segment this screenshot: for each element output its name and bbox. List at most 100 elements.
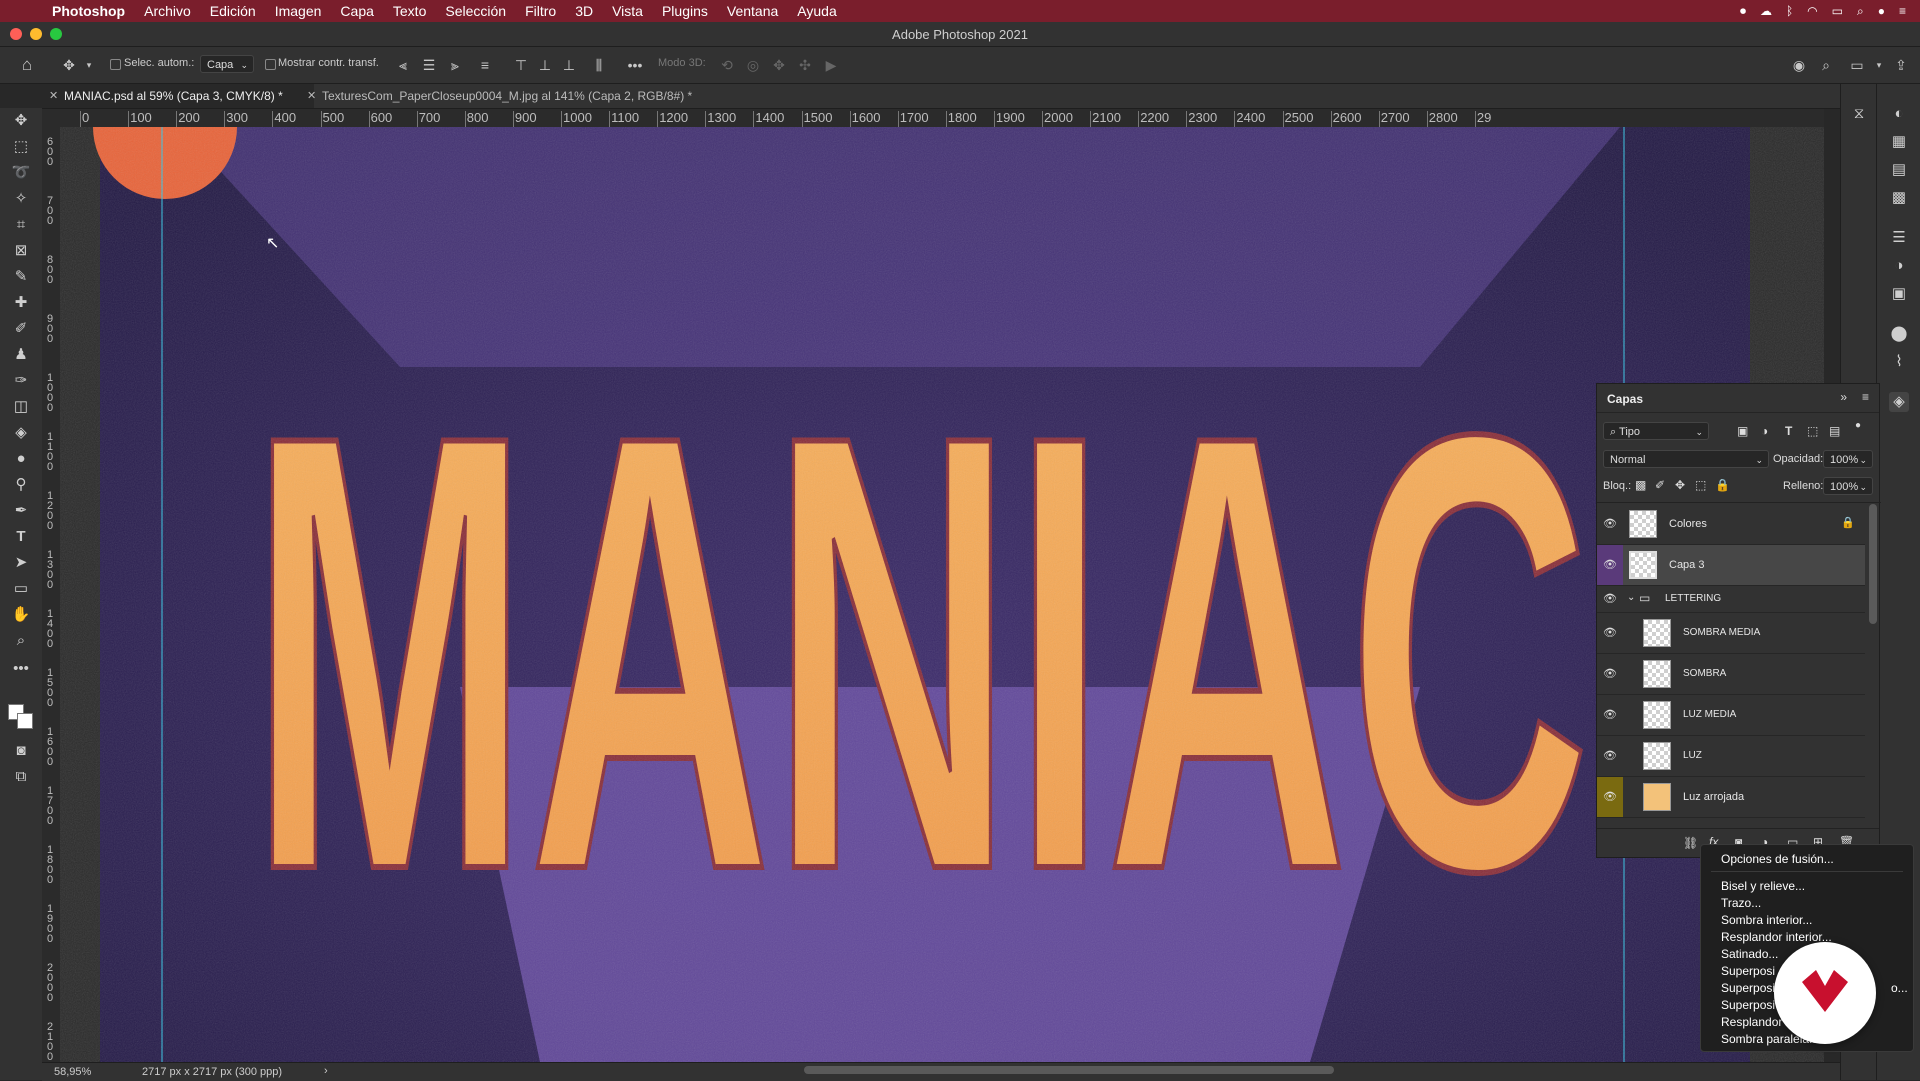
layers-scrollbar[interactable] — [1869, 504, 1877, 624]
search-icon[interactable]: ⌕ — [1817, 56, 1835, 74]
menu-item-gradient-overlay[interactable]: Superposi — [1721, 981, 1775, 995]
menu-imagen[interactable]: Imagen — [275, 3, 322, 19]
lock-artboard-icon[interactable]: ⬚ — [1695, 478, 1706, 492]
move-tool-icon[interactable]: ✥ — [9, 110, 33, 132]
lock-pixels-icon[interactable]: ✐ — [1655, 478, 1665, 492]
tab-texture-jpg[interactable]: ✕ TexturesCom_PaperCloseup0004_M.jpg al … — [300, 84, 782, 108]
move-tool-icon[interactable]: ✥ — [60, 56, 78, 74]
properties-panel-icon[interactable]: ☰ — [1889, 228, 1909, 248]
filter-pixel-icon[interactable]: ▣ — [1737, 424, 1748, 438]
filter-type-icon[interactable]: T — [1785, 424, 1792, 438]
menu-archivo[interactable]: Archivo — [144, 3, 191, 19]
opacity-field[interactable]: 100% ⌄ — [1823, 450, 1873, 468]
align-right-icon[interactable]: ⫸ — [446, 56, 464, 74]
distribute-icon[interactable]: ≡ — [476, 56, 494, 74]
bluetooth-icon[interactable]: ᛒ — [1786, 4, 1793, 18]
visibility-eye-icon[interactable]: 👁 — [1597, 504, 1623, 544]
adjustments-panel-icon[interactable]: ◑ — [1889, 256, 1909, 276]
align-center-icon[interactable]: ☰ — [420, 56, 438, 74]
show-transform-checkbox[interactable] — [265, 59, 276, 70]
collapse-panel-icon[interactable]: » — [1840, 390, 1847, 404]
align-top-icon[interactable]: ⊤ — [512, 56, 530, 74]
tab-maniac-psd[interactable]: ✕ MANIAC.psd al 59% (Capa 3, CMYK/8) * — [42, 84, 314, 108]
user-avatar-icon[interactable]: ● — [1878, 4, 1885, 18]
align-left-icon[interactable]: ⫷ — [394, 56, 412, 74]
eraser-tool-icon[interactable]: ◫ — [9, 396, 33, 418]
paint-bucket-tool-icon[interactable]: ◈ — [9, 422, 33, 444]
home-icon[interactable]: ⌂ — [18, 56, 36, 74]
stamp-tool-icon[interactable]: ♟ — [9, 344, 33, 366]
group-expand-chevron-icon[interactable]: ⌄ — [1627, 592, 1635, 603]
zoom-tool-icon[interactable]: ⌕ — [9, 630, 33, 652]
rectangle-tool-icon[interactable]: ▭ — [9, 578, 33, 600]
menu-item-inner-shadow[interactable]: Sombra interior... — [1721, 913, 1812, 927]
menu-item-pattern-overlay[interactable]: Superposi — [1721, 998, 1775, 1012]
history-brush-tool-icon[interactable]: ✑ — [9, 370, 33, 392]
more-options-icon[interactable]: ••• — [626, 56, 644, 74]
menu-item-satin[interactable]: Satinado... — [1721, 947, 1778, 961]
close-tab-icon[interactable]: ✕ — [307, 84, 316, 108]
layer-filter-dropdown[interactable]: ⌕ Tipo ⌄ — [1603, 422, 1709, 440]
patterns-panel-icon[interactable]: ▩ — [1889, 188, 1909, 208]
layer-group-lettering[interactable]: 👁 ⌄ ▭ LETTERING — [1597, 586, 1865, 613]
status-expand-chevron-icon[interactable]: › — [324, 1065, 328, 1077]
layer-row-luz[interactable]: 👁 LUZ — [1597, 736, 1865, 777]
layer-row-sombra-media[interactable]: 👁 SOMBRA MEDIA — [1597, 613, 1865, 654]
quick-mask-icon[interactable]: ◙ — [9, 740, 33, 762]
lock-transparent-icon[interactable]: ▩ — [1635, 478, 1646, 492]
menu-item-color-overlay[interactable]: Superposi — [1721, 964, 1775, 978]
filter-smart-object-icon[interactable]: ▤ — [1829, 424, 1840, 438]
menu-photoshop[interactable]: Photoshop — [52, 3, 125, 19]
menu-texto[interactable]: Texto — [393, 3, 426, 19]
menu-vista[interactable]: Vista — [612, 3, 643, 19]
background-color-swatch[interactable] — [17, 713, 33, 729]
blend-mode-dropdown[interactable]: Normal ⌄ — [1603, 450, 1769, 468]
blur-tool-icon[interactable]: ● — [9, 448, 33, 470]
menu-item-stroke[interactable]: Trazo... — [1721, 896, 1761, 910]
panel-menu-icon[interactable]: ≡ — [1862, 390, 1869, 404]
visibility-eye-icon[interactable]: 👁 — [1597, 736, 1623, 776]
layer-row-capa-3[interactable]: 👁 Capa 3 — [1597, 545, 1865, 586]
menu-item-bevel-emboss[interactable]: Bisel y relieve... — [1721, 879, 1805, 893]
close-tab-icon[interactable]: ✕ — [49, 84, 58, 108]
menu-plugins[interactable]: Plugins — [662, 3, 708, 19]
menu-3d[interactable]: 3D — [575, 3, 593, 19]
creative-cloud-icon[interactable]: ☁ — [1760, 4, 1772, 18]
healing-brush-tool-icon[interactable]: ✚ — [9, 292, 33, 314]
eyedropper-tool-icon[interactable]: ✎ — [9, 266, 33, 288]
swatches-panel-icon[interactable]: ▦ — [1889, 132, 1909, 152]
layers-panel-icon[interactable]: ◈ — [1889, 392, 1909, 412]
visibility-eye-icon[interactable]: 👁 — [1597, 777, 1623, 817]
menu-edicion[interactable]: Edición — [210, 3, 256, 19]
channels-panel-icon[interactable]: ⬤ — [1889, 324, 1909, 344]
frame-tool-icon[interactable]: ⊠ — [9, 240, 33, 262]
control-center-icon[interactable]: ≡ — [1899, 4, 1906, 18]
filter-toggle-icon[interactable]: ● — [1855, 420, 1861, 431]
dodge-tool-icon[interactable]: ⚲ — [9, 474, 33, 496]
more-tools-icon[interactable]: ••• — [9, 658, 33, 680]
align-bottom-icon[interactable]: ⊥ — [560, 56, 578, 74]
layer-row-sombra[interactable]: 👁 SOMBRA — [1597, 654, 1865, 695]
lasso-tool-icon[interactable]: ➰ — [9, 162, 33, 184]
layer-row-colores[interactable]: 👁 Colores 🔒 — [1597, 504, 1865, 545]
menu-filtro[interactable]: Filtro — [525, 3, 556, 19]
menu-capa[interactable]: Capa — [340, 3, 373, 19]
menu-ventana[interactable]: Ventana — [727, 3, 778, 19]
zoom-level[interactable]: 58,95% — [54, 1066, 91, 1078]
distribute-vertical-icon[interactable]: ⫼ — [590, 56, 608, 74]
align-middle-icon[interactable]: ⊥ — [536, 56, 554, 74]
crop-tool-icon[interactable]: ⌗ — [9, 214, 33, 236]
workspace-chevron-icon[interactable]: ▾ — [1870, 56, 1888, 74]
layer-row-luz-media[interactable]: 👁 LUZ MEDIA — [1597, 695, 1865, 736]
marquee-tool-icon[interactable]: ⬚ — [9, 136, 33, 158]
gradients-panel-icon[interactable]: ▤ — [1889, 160, 1909, 180]
visibility-eye-icon[interactable]: 👁 — [1597, 654, 1623, 694]
lock-all-icon[interactable]: 🔒 — [1715, 478, 1730, 492]
workspace-icon[interactable]: ▭ — [1848, 56, 1866, 74]
battery-icon[interactable]: ▭ — [1832, 4, 1843, 18]
hand-tool-icon[interactable]: ✋ — [9, 604, 33, 626]
path-selection-tool-icon[interactable]: ➤ — [9, 552, 33, 574]
wifi-icon[interactable]: ◠ — [1807, 4, 1817, 18]
menu-ayuda[interactable]: Ayuda — [797, 3, 836, 19]
history-panel-icon[interactable]: ⧖ — [1849, 104, 1869, 124]
